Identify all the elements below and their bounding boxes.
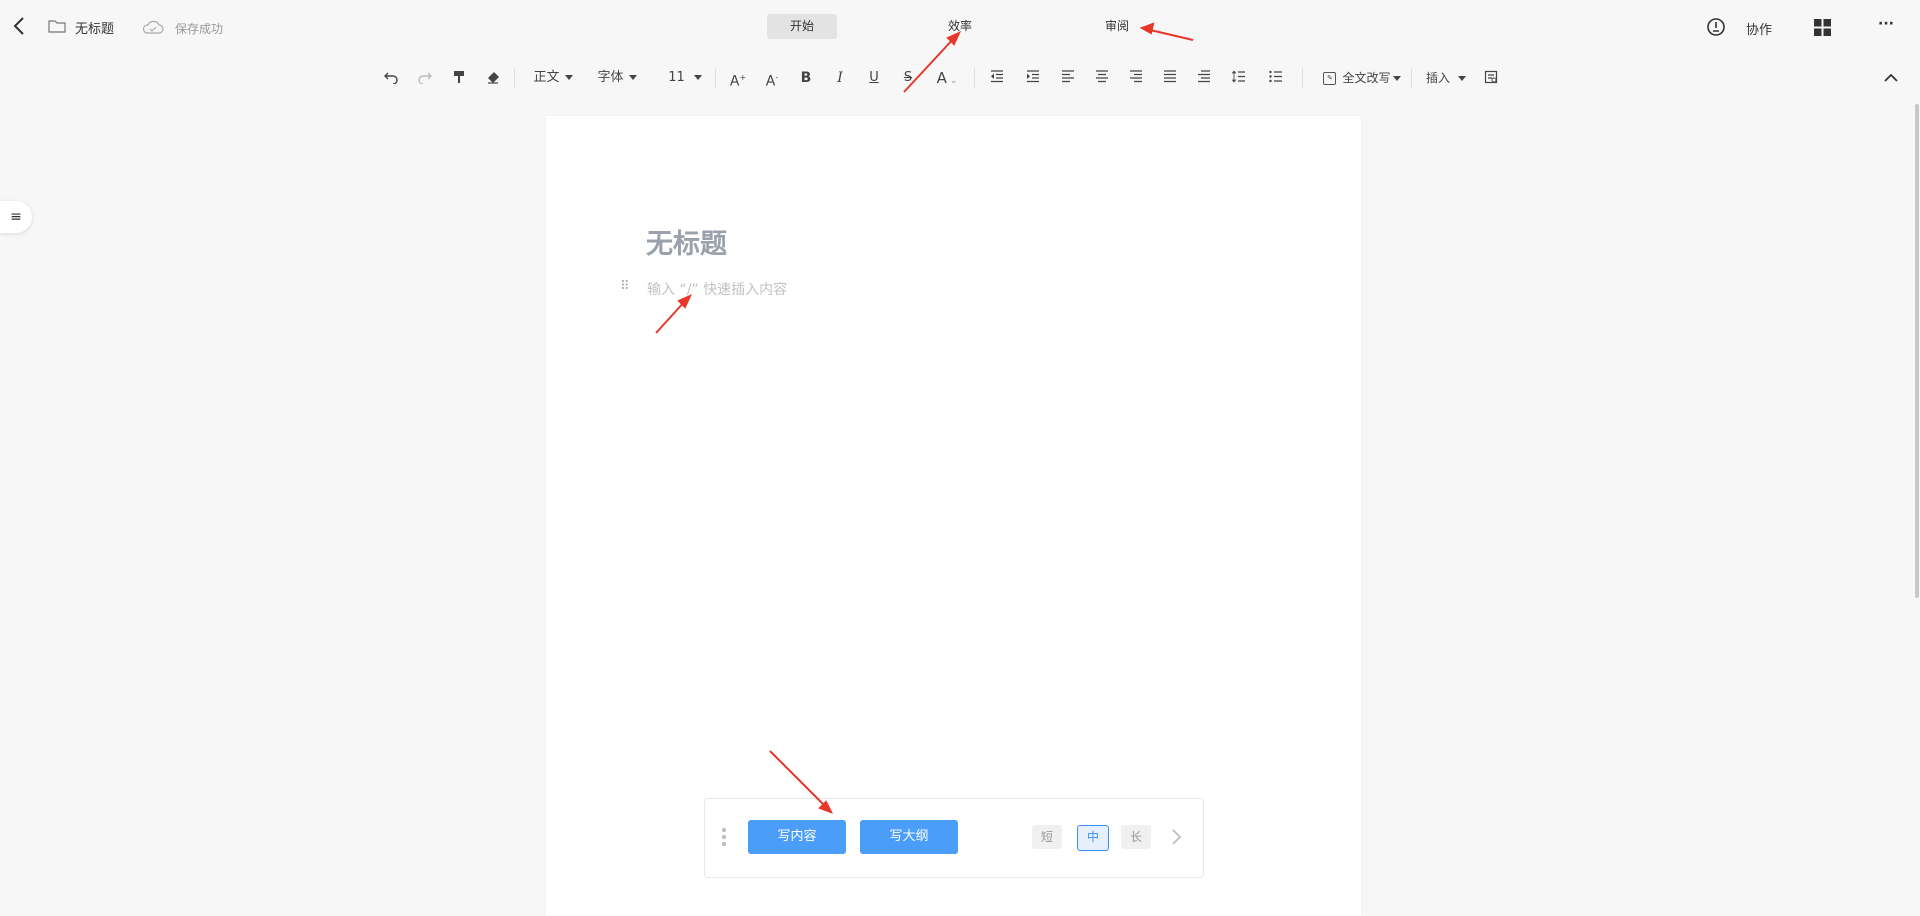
page-setup-icon[interactable] (1481, 68, 1501, 88)
drag-handle-icon[interactable]: ⠿ (620, 279, 629, 294)
toolbar-divider (974, 68, 975, 88)
chevron-right-icon[interactable] (1170, 828, 1182, 846)
font-family-dropdown[interactable]: 字体 (594, 68, 640, 88)
more-menu-button[interactable]: ··· (1878, 16, 1894, 32)
decrease-font-icon[interactable]: A- (762, 68, 782, 90)
tab-efficiency[interactable]: 效率 (930, 14, 990, 39)
write-content-button[interactable]: 写内容 (748, 820, 846, 854)
toolbar-divider (1411, 68, 1412, 88)
align-left-icon[interactable] (1058, 68, 1078, 88)
length-medium-option[interactable]: 中 (1077, 825, 1109, 851)
chevron-down-icon (1458, 76, 1466, 81)
paragraph-style-value: 正文 (533, 70, 560, 85)
align-right-icon[interactable] (1126, 68, 1146, 88)
strikethrough-icon[interactable]: S (898, 68, 918, 88)
insert-dropdown[interactable]: 插入 (1424, 68, 1468, 88)
undo-icon[interactable] (381, 68, 401, 88)
chevron-down-icon (693, 75, 702, 80)
underline-icon[interactable]: U (864, 68, 884, 88)
indent-increase-icon[interactable] (1023, 68, 1043, 88)
cloud-icon (142, 19, 164, 34)
doc-title[interactable]: 无标题 (75, 18, 114, 37)
italic-icon[interactable]: I (830, 68, 850, 88)
grid-apps-icon[interactable] (1814, 19, 1831, 36)
eraser-icon[interactable] (483, 68, 503, 88)
bullet-list-icon[interactable] (1266, 68, 1286, 88)
line-spacing-icon[interactable] (1229, 68, 1249, 88)
toolbar-divider (514, 68, 515, 88)
align-justify-icon[interactable] (1160, 68, 1180, 88)
scrollbar[interactable] (1915, 104, 1919, 598)
bold-icon[interactable]: B (796, 68, 816, 88)
length-long-option[interactable]: 长 (1121, 825, 1151, 849)
folder-icon[interactable] (48, 18, 66, 34)
increase-font-icon[interactable]: A+ (728, 68, 748, 90)
tab-start[interactable]: 开始 (767, 14, 837, 39)
body-placeholder[interactable]: 输入 “/” 快速插入内容 (647, 279, 787, 299)
full-rewrite-label: 全文改写 (1342, 71, 1391, 85)
menu-icon: ≡ (10, 209, 22, 225)
chevron-down-icon: ⌄ (949, 76, 958, 86)
drag-handle-icon[interactable] (721, 826, 727, 848)
font-family-value: 字体 (597, 70, 624, 85)
tab-review[interactable]: 审阅 (1087, 14, 1147, 39)
font-color-dropdown[interactable]: A ⌄ (932, 68, 962, 88)
back-arrow-icon[interactable] (10, 14, 30, 38)
toolbar-divider (1302, 68, 1303, 88)
length-short-option[interactable]: 短 (1032, 825, 1062, 849)
outline-toggle-button[interactable]: ≡ (0, 201, 32, 233)
chevron-down-icon (564, 75, 573, 80)
chevron-down-icon (628, 75, 637, 80)
format-painter-icon[interactable] (449, 68, 469, 88)
redo-icon[interactable] (415, 68, 435, 88)
font-size-value: 11 (668, 70, 685, 85)
font-size-dropdown[interactable]: 11 (664, 68, 706, 88)
collapse-toolbar-icon[interactable] (1882, 70, 1900, 84)
distributed-align-icon[interactable] (1194, 68, 1214, 88)
indent-decrease-icon[interactable] (987, 68, 1007, 88)
full-rewrite-button[interactable]: ✎ 全文改写 (1316, 68, 1408, 88)
paragraph-style-dropdown[interactable]: 正文 (530, 68, 576, 88)
write-outline-button[interactable]: 写大纲 (860, 820, 958, 854)
title-placeholder[interactable]: 无标题 (646, 222, 727, 261)
chevron-down-icon (1392, 76, 1401, 81)
align-center-icon[interactable] (1092, 68, 1112, 88)
insert-label: 插入 (1425, 71, 1450, 85)
ai-rewrite-icon: ✎ (1323, 72, 1337, 85)
toolbar-divider (715, 68, 716, 88)
save-status: 保存成功 (175, 22, 224, 36)
collaborate-button[interactable]: 协作 (1746, 19, 1772, 38)
history-icon[interactable] (1705, 16, 1727, 38)
